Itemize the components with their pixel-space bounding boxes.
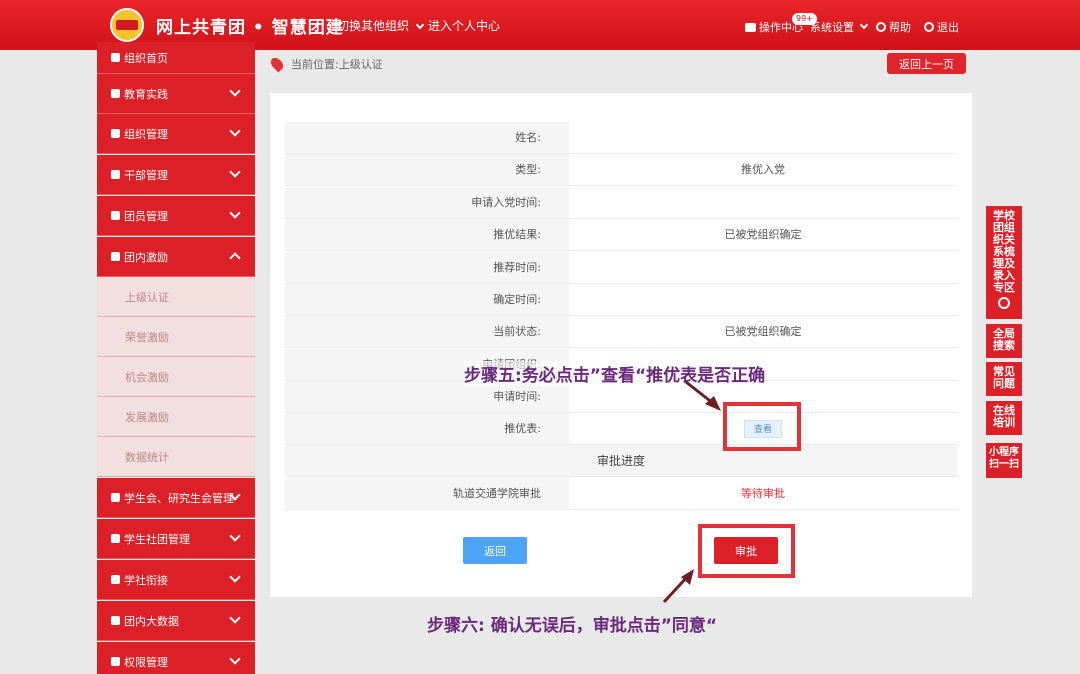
tab-org-relations[interactable]: 学校团组织关系梳理及录入专区 bbox=[986, 206, 1022, 319]
return-button[interactable]: 返回 bbox=[463, 537, 527, 564]
approve-button[interactable]: 审批 bbox=[714, 537, 778, 564]
tab-mini-program[interactable]: 小程序扫一扫 bbox=[986, 443, 1022, 478]
tab-online-training[interactable]: 在线培训 bbox=[986, 401, 1022, 435]
tab-faq[interactable]: 常见问题 bbox=[986, 362, 1022, 396]
tab-org-relations-label: 学校团组织关系梳理及录入专区 bbox=[993, 209, 1015, 294]
chevron-circle-icon bbox=[998, 297, 1010, 309]
tab-global-search[interactable]: 全局搜索 bbox=[986, 324, 1022, 358]
annotation-arrows bbox=[662, 380, 721, 604]
step6-annotation: 步骤六: 确认无误后，审批点击”同意“ bbox=[427, 616, 718, 636]
